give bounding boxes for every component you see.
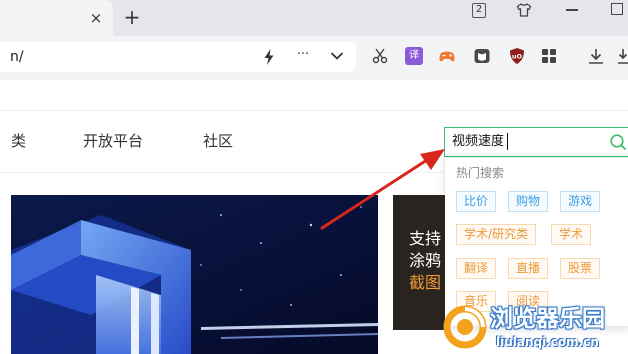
tab-strip: × + 2 (0, 0, 628, 36)
hot-tag[interactable]: 游戏 (560, 191, 601, 212)
more-icon[interactable]: ··· (294, 46, 312, 64)
search-query[interactable]: 视频速度 (452, 134, 504, 150)
toolbar-overflow-icon[interactable] (617, 47, 628, 65)
download-icon[interactable] (587, 47, 605, 65)
hot-tag[interactable]: 学术/研究类 (456, 224, 537, 245)
apps-grid-icon[interactable] (540, 47, 558, 65)
hot-tag[interactable]: 股票 (560, 258, 601, 279)
hot-tag[interactable]: 比价 (456, 191, 497, 212)
nav-item-open-platform[interactable]: 开放平台 (83, 132, 143, 150)
url-text[interactable]: n/ (10, 49, 24, 65)
hot-search-heading: 热门搜索 (456, 166, 505, 180)
watermark-logo-icon (443, 305, 487, 349)
search-icon[interactable] (609, 133, 627, 151)
watermark-url: liulanqi.com.cn (496, 335, 599, 349)
side-card-line: 涂鸦 (409, 251, 442, 270)
nav-item-community[interactable]: 社区 (203, 132, 233, 150)
site-watermark: 浏览器乐园 liulanqi.com.cn (442, 300, 628, 354)
minimize-button[interactable] (566, 9, 578, 11)
scissors-icon[interactable] (371, 47, 389, 65)
svg-text:uO: uO (512, 53, 523, 61)
hot-tag[interactable]: 翻译 (456, 258, 497, 279)
active-tab[interactable]: × (0, 0, 113, 36)
skin-icon[interactable] (516, 2, 532, 18)
lightning-icon[interactable] (262, 48, 276, 66)
text-caret (507, 133, 508, 150)
promo-banner[interactable] (11, 195, 378, 354)
watermark-title: 浏览器乐园 (490, 305, 605, 332)
maximize-button[interactable] (611, 3, 623, 15)
header-divider (0, 110, 628, 111)
new-tab-button[interactable]: + (122, 6, 142, 28)
nav-item-category[interactable]: 类 (11, 132, 26, 150)
hot-tag[interactable]: 直播 (508, 258, 549, 279)
search-input[interactable]: 视频速度 (444, 127, 628, 157)
translate-icon[interactable]: 译 (405, 47, 423, 65)
side-card-line: 支持 (409, 229, 442, 248)
browser-window: × + 2 n/ ··· 译 uO 类 开放平台 社区 视频速度 热门搜索 比价… (0, 0, 628, 354)
side-card-line: 截图 (409, 273, 442, 292)
gamepad-icon[interactable] (438, 47, 456, 65)
hot-tag[interactable]: 学术 (551, 224, 592, 245)
close-tab-icon[interactable]: × (88, 9, 104, 27)
chevron-down-icon[interactable] (330, 49, 344, 63)
reader-icon[interactable] (473, 47, 491, 65)
ublock-icon[interactable]: uO (508, 47, 526, 65)
side-promo-card[interactable]: 支持 涂鸦 截图 (393, 195, 445, 330)
hot-tag[interactable]: 购物 (508, 191, 549, 212)
tab-count-button[interactable]: 2 (472, 3, 486, 18)
